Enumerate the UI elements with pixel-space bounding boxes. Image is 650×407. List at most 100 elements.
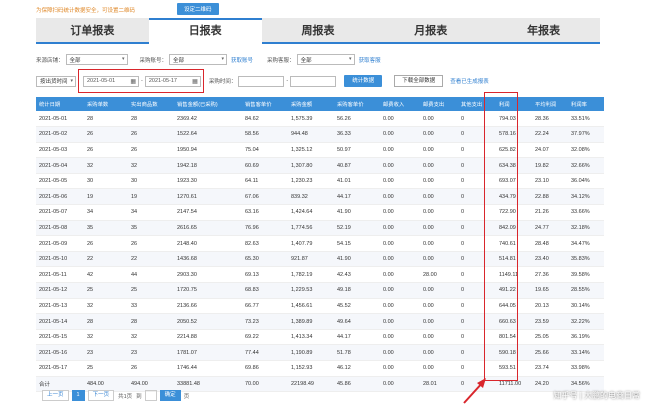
page-unit: 页 bbox=[183, 393, 190, 400]
notice-text: 为保障扫码统计数据安全，可设置二维码 bbox=[36, 8, 136, 14]
table-cell: 0.00 bbox=[380, 251, 420, 268]
table-row: 2021-05-13 32 33 2136.66 66.77 1,456.61 45.52 0… bbox=[36, 298, 604, 315]
prev-page-button[interactable]: 上一页 bbox=[42, 390, 69, 401]
table-cell: 35.83% bbox=[568, 251, 604, 268]
table-cell: 2021-05-06 bbox=[36, 188, 84, 206]
table-cell: 0.00 bbox=[380, 376, 420, 393]
table-cell: 0.00 bbox=[420, 157, 458, 174]
table-cell: 33 bbox=[128, 298, 174, 315]
table-cell: 44.17 bbox=[334, 188, 380, 206]
table-cell: 44.17 bbox=[334, 329, 380, 346]
table-cell: 28.00 bbox=[420, 266, 458, 284]
table-cell: 22.88 bbox=[532, 188, 568, 206]
table-cell: 0.00 bbox=[380, 344, 420, 361]
table-cell: 2148.40 bbox=[174, 235, 242, 252]
shop-select[interactable]: 全部 ▾ bbox=[65, 54, 128, 65]
table-cell: 54.15 bbox=[334, 235, 380, 252]
table-cell: 23.74 bbox=[532, 360, 568, 377]
table-cell: 2147.54 bbox=[174, 204, 242, 221]
purchase-start-input[interactable] bbox=[238, 75, 285, 87]
report-tabs: 订单报表 日报表 周报表 月报表 年报表 bbox=[36, 18, 600, 44]
table-cell: 73.23 bbox=[242, 313, 288, 330]
table-cell: 0.00 bbox=[420, 126, 458, 143]
table-cell: 1950.94 bbox=[174, 142, 242, 159]
table-cell: 0.00 bbox=[420, 251, 458, 268]
table-cell: 1,389.89 bbox=[288, 313, 334, 330]
column-header: 利润率 bbox=[568, 97, 604, 111]
table-cell: 75.04 bbox=[242, 142, 288, 159]
tab-order-report[interactable]: 订单报表 bbox=[36, 18, 149, 42]
table-cell: 25 bbox=[84, 282, 128, 299]
account-select[interactable]: 全部 ▾ bbox=[169, 54, 228, 65]
table-cell: 2021-05-04 bbox=[36, 157, 84, 174]
table-cell: 2021-05-03 bbox=[36, 142, 84, 159]
table-cell: 40.87 bbox=[334, 157, 380, 174]
table-cell: 28 bbox=[84, 111, 128, 128]
table-cell: 49.64 bbox=[334, 313, 380, 330]
purchase-end-input[interactable] bbox=[290, 75, 337, 87]
table-cell: 56.26 bbox=[334, 111, 380, 128]
table-cell: 35 bbox=[84, 220, 128, 237]
view-generated-link[interactable]: 查看已生成报表 bbox=[450, 77, 489, 85]
table-cell: 30 bbox=[84, 173, 128, 190]
get-buyer-link[interactable]: 获取客服 bbox=[359, 56, 381, 64]
table-cell: 76.96 bbox=[242, 220, 288, 237]
account-select-value: 全部 bbox=[173, 57, 185, 64]
chevron-down-icon: ▾ bbox=[221, 56, 225, 62]
tab-weekly-report[interactable]: 周报表 bbox=[262, 18, 375, 42]
table-cell: 1270.61 bbox=[174, 188, 242, 206]
table-cell: 1,413.34 bbox=[288, 329, 334, 346]
confirm-page-button[interactable]: 确定 bbox=[159, 390, 181, 401]
table-cell: 67.06 bbox=[242, 188, 288, 206]
page-number-button[interactable]: 1 bbox=[71, 390, 85, 401]
table-cell: 69.22 bbox=[242, 329, 288, 346]
buyer-select[interactable]: 全部 ▾ bbox=[296, 54, 355, 65]
tab-monthly-report[interactable]: 月报表 bbox=[374, 18, 487, 42]
next-page-button[interactable]: 下一页 bbox=[87, 390, 115, 401]
goto-label: 到 bbox=[136, 393, 142, 400]
table-cell: 0.00 bbox=[380, 188, 420, 206]
table-cell: 839.32 bbox=[288, 188, 334, 206]
tab-daily-report[interactable]: 日报表 bbox=[148, 18, 262, 44]
table-cell: 28.48 bbox=[532, 235, 568, 252]
stat-data-button[interactable]: 统计数据 bbox=[344, 75, 383, 87]
table-cell: 1720.75 bbox=[174, 282, 242, 299]
date-type-value: 按出货时间 bbox=[40, 79, 68, 85]
filter-row-1: 来源店铺： 全部 ▾ 采购账号： 全部 ▾ 获取账号 采购客服： 全部 ▾ 获取客服 bbox=[36, 54, 381, 65]
table-cell: 20.13 bbox=[532, 298, 568, 315]
table-cell: 45.86 bbox=[334, 376, 380, 393]
table-cell: 26 bbox=[84, 235, 128, 252]
table-cell: 25 bbox=[128, 282, 174, 299]
table-cell: 0.00 bbox=[380, 173, 420, 190]
table-cell: 77.44 bbox=[242, 344, 288, 361]
column-header: 采购客单价 bbox=[334, 97, 380, 111]
table-cell: 41.90 bbox=[334, 204, 380, 221]
tab-yearly-report[interactable]: 年报表 bbox=[487, 18, 600, 42]
table-cell: 1923.30 bbox=[174, 173, 242, 190]
table-cell: 1,229.53 bbox=[288, 282, 334, 299]
table-cell: 36.19% bbox=[568, 329, 604, 346]
arrow-annotation-icon bbox=[463, 378, 486, 404]
set-qrcode-button[interactable]: 设定二维码 bbox=[177, 3, 219, 15]
table-cell: 19.65 bbox=[532, 282, 568, 299]
table-row: 2021-05-16 23 23 1781.07 77.44 1,190.89 51.78 0… bbox=[36, 344, 604, 361]
shop-label: 来源店铺： bbox=[36, 57, 64, 64]
table-cell: 28.36 bbox=[532, 111, 568, 128]
table-cell: 1,152.93 bbox=[288, 360, 334, 377]
table-cell: 22.24 bbox=[532, 126, 568, 143]
table-cell: 0.00 bbox=[380, 298, 420, 315]
table-cell: 1,307.80 bbox=[288, 157, 334, 174]
table-cell: 33.51% bbox=[568, 111, 604, 128]
table-cell: 0.00 bbox=[420, 298, 458, 315]
table-cell: 25.05 bbox=[532, 329, 568, 346]
download-all-button[interactable]: 下载全部数据 bbox=[394, 75, 444, 87]
get-account-link[interactable]: 获取账号 bbox=[231, 56, 253, 64]
table-cell: 921.87 bbox=[288, 251, 334, 268]
chevron-down-icon: ▾ bbox=[349, 56, 352, 62]
column-header: 销售金额(已采购) bbox=[174, 97, 242, 111]
chevron-down-icon: ▾ bbox=[122, 56, 125, 62]
goto-page-input[interactable] bbox=[144, 390, 157, 401]
table-cell: 60.69 bbox=[242, 157, 288, 174]
date-type-select[interactable]: 按出货时间 ▾ bbox=[36, 75, 76, 87]
table-cell: 0.00 bbox=[380, 142, 420, 159]
